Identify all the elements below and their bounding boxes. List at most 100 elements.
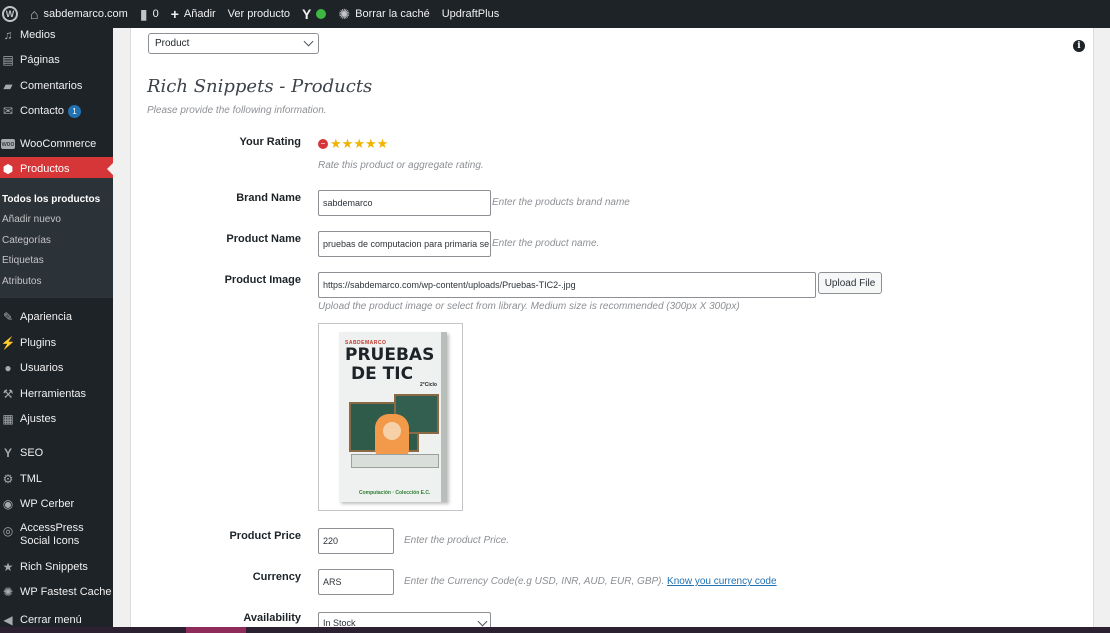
view-product-link[interactable]: Ver producto bbox=[222, 0, 296, 28]
collapse-icon: ◀ bbox=[3, 613, 13, 627]
yoast-icon: Y bbox=[302, 6, 312, 22]
collapse-menu-button[interactable]: ◀ Cerrar menú bbox=[0, 613, 113, 627]
menu-label-group: AccessPress Social Icons bbox=[20, 522, 84, 548]
cerber-icon: ◉ bbox=[2, 497, 14, 511]
media-icon: ♫ bbox=[3, 28, 13, 42]
menu-label: Productos bbox=[20, 163, 70, 175]
currency-code-link[interactable]: Know you currency code bbox=[667, 576, 777, 587]
menu-item-accesspress[interactable]: ◎ AccessPress Social Icons bbox=[0, 522, 113, 548]
comments-icon: ▰ bbox=[3, 79, 13, 93]
submenu-tags[interactable]: Etiquetas bbox=[2, 255, 44, 266]
menu-label: Herramientas bbox=[20, 388, 87, 400]
menu-item-wp-fastest-cache[interactable]: ✺ WP Fastest Cache bbox=[0, 585, 113, 599]
snippet-type-select[interactable]: Product bbox=[148, 33, 319, 54]
cache-icon: ✺ bbox=[2, 585, 14, 599]
star-icon[interactable]: ★ bbox=[377, 137, 389, 150]
chevron-down-icon bbox=[477, 616, 488, 626]
yoast-menu[interactable]: Y bbox=[296, 0, 332, 28]
menu-item-users[interactable]: ● Usuarios bbox=[0, 361, 113, 375]
updraft-link[interactable]: UpdraftPlus bbox=[436, 0, 505, 28]
gear-icon: ⚙ bbox=[2, 472, 14, 486]
page-subtitle: Please provide the following information… bbox=[147, 105, 327, 116]
clear-cache-link[interactable]: ✺ Borrar la caché bbox=[332, 0, 435, 28]
comments-count: 0 bbox=[152, 8, 159, 20]
info-icon[interactable]: i bbox=[1073, 40, 1085, 52]
menu-label: WP Cerber bbox=[20, 498, 75, 510]
woo-icon: woo bbox=[1, 139, 15, 149]
contact-count-badge: 1 bbox=[68, 104, 82, 118]
menu-label: AccessPress bbox=[20, 522, 84, 534]
page-title: Rich Snippets - Products bbox=[147, 76, 373, 97]
submenu-all-products[interactable]: Todos los productos bbox=[2, 194, 100, 205]
product-name-input[interactable]: pruebas de computacion para primaria se bbox=[318, 231, 491, 257]
rich-snippets-metabox: Product i Rich Snippets - Products Pleas… bbox=[130, 28, 1094, 633]
menu-item-comments[interactable]: ▰ Comentarios bbox=[0, 79, 113, 93]
menu-label: Comentarios bbox=[20, 80, 83, 92]
site-name-link[interactable]: ⌂ sabdemarco.com bbox=[24, 0, 134, 28]
book-title-line1: PRUEBAS bbox=[345, 345, 435, 365]
wordpress-logo-icon[interactable]: W bbox=[2, 6, 18, 22]
product-image-preview[interactable]: SABDEMARCO PRUEBAS DE TIC 2°Ciclo Comput… bbox=[318, 323, 463, 511]
menu-label: WP Fastest Cache bbox=[20, 586, 112, 598]
menu-item-woocommerce[interactable]: woo WooCommerce bbox=[0, 138, 113, 150]
appearance-icon: ✎ bbox=[2, 310, 14, 324]
product-name-label: Product Name bbox=[226, 233, 301, 245]
currency-hint-group: Enter the Currency Code(e.g USD, INR, AU… bbox=[404, 576, 777, 587]
menu-item-contact[interactable]: ✉ Contacto 1 bbox=[0, 104, 113, 118]
comments-link[interactable]: ▮ 0 bbox=[134, 0, 165, 28]
cancel-rating-icon[interactable]: − bbox=[318, 138, 328, 149]
currency-input[interactable]: ARS bbox=[318, 569, 394, 595]
product-price-input[interactable]: 220 bbox=[318, 528, 394, 554]
star-icon[interactable]: ★ bbox=[342, 137, 354, 150]
admin-bar: W ⌂ sabdemarco.com ▮ 0 + Añadir Ver prod… bbox=[0, 0, 1110, 28]
yoast-icon: Y bbox=[3, 446, 12, 460]
menu-item-seo[interactable]: Y SEO bbox=[0, 446, 113, 460]
menu-item-appearance[interactable]: ✎ Apariencia bbox=[0, 310, 113, 324]
users-icon: ● bbox=[4, 361, 12, 375]
brand-label: Brand Name bbox=[236, 192, 301, 204]
menu-label: Usuarios bbox=[20, 362, 64, 374]
product-image-url-input[interactable]: https://sabdemarco.com/wp-content/upload… bbox=[318, 272, 816, 298]
price-label: Product Price bbox=[229, 530, 301, 542]
menu-item-wp-cerber[interactable]: ◉ WP Cerber bbox=[0, 497, 113, 511]
rating-hint: Rate this product or aggregate rating. bbox=[318, 160, 484, 171]
view-product-label: Ver producto bbox=[227, 8, 291, 20]
add-new-link[interactable]: + Añadir bbox=[165, 0, 222, 28]
add-new-label: Añadir bbox=[183, 8, 216, 20]
site-name: sabdemarco.com bbox=[43, 8, 128, 20]
book-title: PRUEBAS DE TIC bbox=[345, 346, 434, 384]
price-hint: Enter the product Price. bbox=[404, 535, 510, 546]
rating-stars[interactable]: − ★ ★ ★ ★ ★ bbox=[318, 137, 388, 150]
face-illustration bbox=[383, 422, 401, 440]
updraft-label: UpdraftPlus bbox=[441, 8, 500, 20]
menu-label: SEO bbox=[20, 447, 44, 459]
brand-name-input[interactable]: sabdemarco bbox=[318, 190, 491, 216]
menu-label: Contacto bbox=[20, 105, 65, 117]
menu-label: Cerrar menú bbox=[20, 614, 82, 626]
menu-item-media[interactable]: ♫ Medios bbox=[0, 28, 113, 42]
social-icon: ◎ bbox=[2, 524, 14, 538]
menu-item-rich-snippets[interactable]: ★ Rich Snippets bbox=[0, 560, 113, 574]
menu-item-settings[interactable]: ▦ Ajustes bbox=[0, 412, 113, 426]
taskbar-edge bbox=[0, 627, 1110, 633]
menu-label: Plugins bbox=[20, 337, 57, 349]
upload-file-button[interactable]: Upload File bbox=[818, 272, 882, 294]
settings-icon: ▦ bbox=[2, 412, 14, 426]
submenu-attributes[interactable]: Atributos bbox=[2, 276, 41, 287]
menu-item-plugins[interactable]: ⚡ Plugins bbox=[0, 336, 113, 350]
submenu-categories[interactable]: Categorías bbox=[2, 235, 51, 246]
star-icon[interactable]: ★ bbox=[330, 137, 342, 150]
rating-label: Your Rating bbox=[239, 136, 301, 148]
menu-label-second-line: Social Icons bbox=[20, 535, 80, 547]
book-cover-image: SABDEMARCO PRUEBAS DE TIC 2°Ciclo Comput… bbox=[339, 332, 447, 502]
star-icon[interactable]: ★ bbox=[353, 137, 365, 150]
taskbar-accent bbox=[186, 627, 246, 633]
menu-item-tml[interactable]: ⚙ TML bbox=[0, 472, 113, 486]
menu-item-tools[interactable]: ⚒ Herramientas bbox=[0, 387, 113, 401]
submenu-add-new[interactable]: Añadir nuevo bbox=[2, 214, 61, 225]
pages-icon: ▤ bbox=[2, 53, 14, 67]
star-icon[interactable]: ★ bbox=[365, 137, 377, 150]
menu-item-pages[interactable]: ▤ Páginas bbox=[0, 53, 113, 67]
chevron-down-icon bbox=[303, 36, 314, 47]
seo-status-dot bbox=[316, 9, 327, 19]
